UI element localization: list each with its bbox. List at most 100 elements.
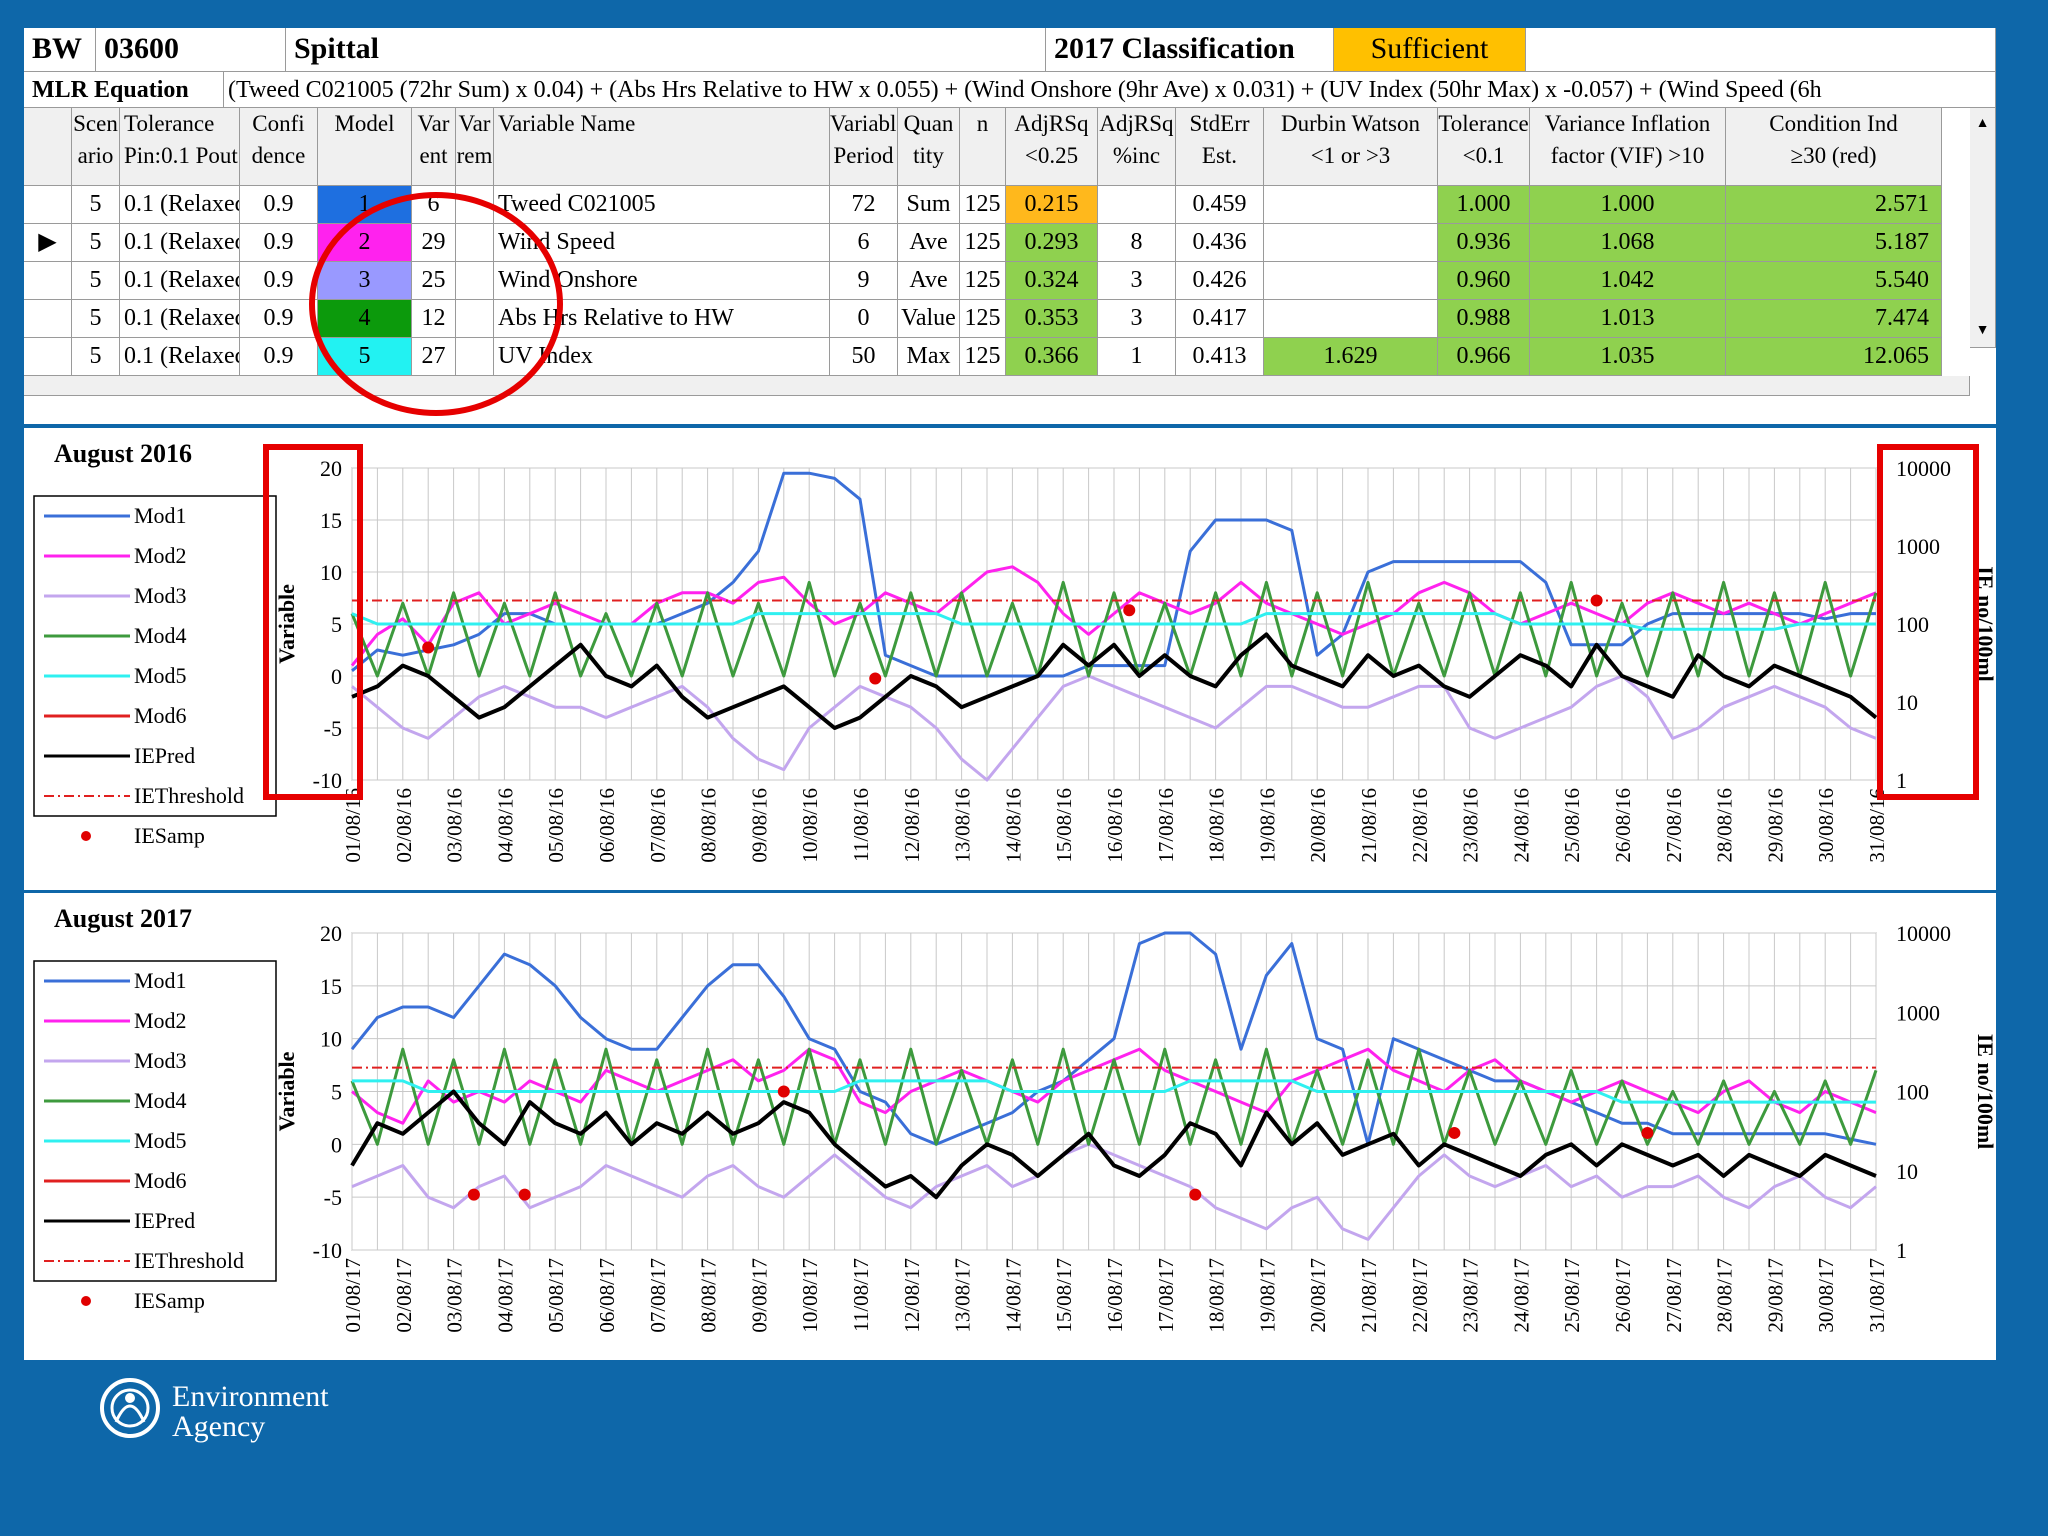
cell-stderr: 0.417 — [1176, 300, 1264, 338]
column-header-stderr: StdErr Est. — [1176, 108, 1264, 186]
cell-scenario: 5 — [72, 186, 120, 224]
x-tick-label: 14/08/17 — [1001, 1258, 1025, 1333]
cell-n: 125 — [960, 186, 1006, 224]
x-tick-label: 05/08/17 — [544, 1258, 568, 1333]
y2-axis-title: IE no/100ml — [1973, 1034, 1996, 1150]
y2-tick-label: 1000 — [1896, 1000, 1940, 1025]
cell-dw — [1264, 262, 1438, 300]
cell-name: Abs Hrs Relative to HW — [494, 300, 830, 338]
x-tick-label: 17/08/16 — [1154, 788, 1178, 863]
column-header-line1: Var — [458, 111, 491, 136]
y-axis-title: Variable — [274, 584, 299, 664]
column-header-line1: Confi — [252, 111, 305, 136]
cell-varent: 29 — [412, 224, 456, 262]
y-axis-title: Variable — [274, 1051, 299, 1131]
cell-name: UV Index — [494, 338, 830, 376]
y-tick-label: -5 — [324, 1185, 342, 1210]
x-tick-label: 27/08/17 — [1662, 1258, 1686, 1333]
cell-model: 1 — [318, 186, 412, 224]
column-header-line1: Model — [334, 111, 395, 136]
site-name: Spittal — [286, 28, 1046, 72]
legend-label: Mod1 — [134, 968, 187, 993]
legend-label: Mod6 — [134, 1168, 187, 1193]
column-header-tolerance: Tolerance Pin:0.1 Pout: 0.11 — [120, 108, 240, 186]
cell-varent: 12 — [412, 300, 456, 338]
x-tick-label: 24/08/16 — [1509, 788, 1533, 863]
y-tick-label: 0 — [331, 1132, 342, 1157]
cell-vif: 1.068 — [1530, 224, 1726, 262]
cell-inc — [1098, 186, 1176, 224]
x-tick-label: 24/08/17 — [1509, 1258, 1533, 1333]
x-tick-label: 03/08/16 — [443, 788, 467, 863]
report-panel: BW 03600 Spittal 2017 Classification Suffici… — [24, 28, 1996, 1360]
x-tick-label: 11/08/17 — [849, 1258, 873, 1332]
x-tick-label: 21/08/16 — [1357, 788, 1381, 863]
legend-label: Mod5 — [134, 1128, 187, 1153]
cell-quantity: Max — [898, 338, 960, 376]
cell-quantity: Ave — [898, 224, 960, 262]
cell-model: 4 — [318, 300, 412, 338]
x-tick-label: 16/08/16 — [1103, 788, 1127, 863]
cell-tol: 0.966 — [1438, 338, 1530, 376]
y2-tick-label: 10 — [1896, 1159, 1918, 1184]
column-header-line2: ario — [77, 143, 114, 168]
legend-marker-iesamp — [81, 831, 91, 841]
table-scrollbar[interactable]: ▲ ▼ — [1970, 108, 1996, 348]
x-tick-label: 15/08/17 — [1052, 1258, 1076, 1333]
x-tick-label: 18/08/16 — [1205, 788, 1229, 863]
x-tick-label: 20/08/16 — [1306, 788, 1330, 863]
scroll-up-icon[interactable]: ▲ — [1970, 108, 1995, 140]
cell-adjrsq: 0.215 — [1006, 186, 1098, 224]
column-header-line1: Variance Inflation — [1544, 111, 1711, 136]
x-tick-label: 21/08/17 — [1357, 1258, 1381, 1333]
chart-svg: August 2017 Mod1 Mod2 Mod3 Mod4 Mod5 Mod6 IEPre… — [33, 904, 1996, 1333]
cell-confidence: 0.9 — [240, 186, 318, 224]
row-selector-header — [24, 108, 72, 186]
row-selector[interactable] — [24, 338, 72, 376]
cell-n: 125 — [960, 262, 1006, 300]
row-selector[interactable] — [24, 300, 72, 338]
column-header-name: Variable Name — [494, 108, 830, 186]
iesamp-marker — [1123, 604, 1136, 617]
cell-dw — [1264, 186, 1438, 224]
cell-quantity: Value — [898, 300, 960, 338]
cell-inc: 8 — [1098, 224, 1176, 262]
x-tick-label: 28/08/16 — [1713, 788, 1737, 863]
y2-tick-label: 10000 — [1896, 456, 1951, 481]
y-tick-label: 5 — [331, 1080, 342, 1105]
cell-n: 125 — [960, 224, 1006, 262]
iesamp-marker — [1189, 1188, 1202, 1201]
row-selector[interactable] — [24, 262, 72, 300]
y2-axis-title: IE no/100ml — [1973, 566, 1996, 682]
column-header-adjrsq: AdjRSq <0.25 — [1006, 108, 1098, 186]
cell-period: 72 — [830, 186, 898, 224]
row-selector[interactable] — [24, 186, 72, 224]
mlr-equation: (Tweed C021005 (72hr Sum) x 0.04) + (Abs… — [224, 72, 1996, 108]
y2-tick-label: 1 — [1896, 768, 1907, 793]
scroll-down-icon[interactable]: ▼ — [1970, 315, 1995, 347]
cell-inc: 3 — [1098, 262, 1176, 300]
x-tick-label: 26/08/16 — [1611, 788, 1635, 863]
x-tick-label: 04/08/17 — [493, 1258, 517, 1333]
x-tick-label: 16/08/17 — [1103, 1258, 1127, 1333]
legend-label: IEPred — [134, 743, 195, 768]
y-tick-label: 15 — [320, 508, 342, 533]
x-tick-label: 07/08/17 — [646, 1258, 670, 1333]
y-tick-label: -10 — [313, 1238, 342, 1263]
x-tick-label: 22/08/17 — [1408, 1258, 1432, 1333]
row-selector-current-icon[interactable]: ▶ — [24, 224, 72, 262]
cell-vif: 1.013 — [1530, 300, 1726, 338]
x-tick-label: 13/08/16 — [951, 788, 975, 863]
x-tick-label: 09/08/17 — [747, 1258, 771, 1333]
column-header-line2: ≥30 (red) — [1790, 143, 1877, 168]
column-header-confidence: Confi dence — [240, 108, 318, 186]
legend-label: Mod4 — [134, 623, 187, 648]
legend-label: IEThreshold — [134, 1248, 244, 1273]
x-tick-label: 06/08/17 — [595, 1258, 619, 1333]
x-tick-label: 20/08/17 — [1306, 1258, 1330, 1333]
column-header-varrem: Var rem — [456, 108, 494, 186]
legend-label: Mod3 — [134, 1048, 187, 1073]
y-tick-label: 15 — [320, 974, 342, 999]
legend-label: IEPred — [134, 1208, 195, 1233]
cell-adjrsq: 0.293 — [1006, 224, 1098, 262]
